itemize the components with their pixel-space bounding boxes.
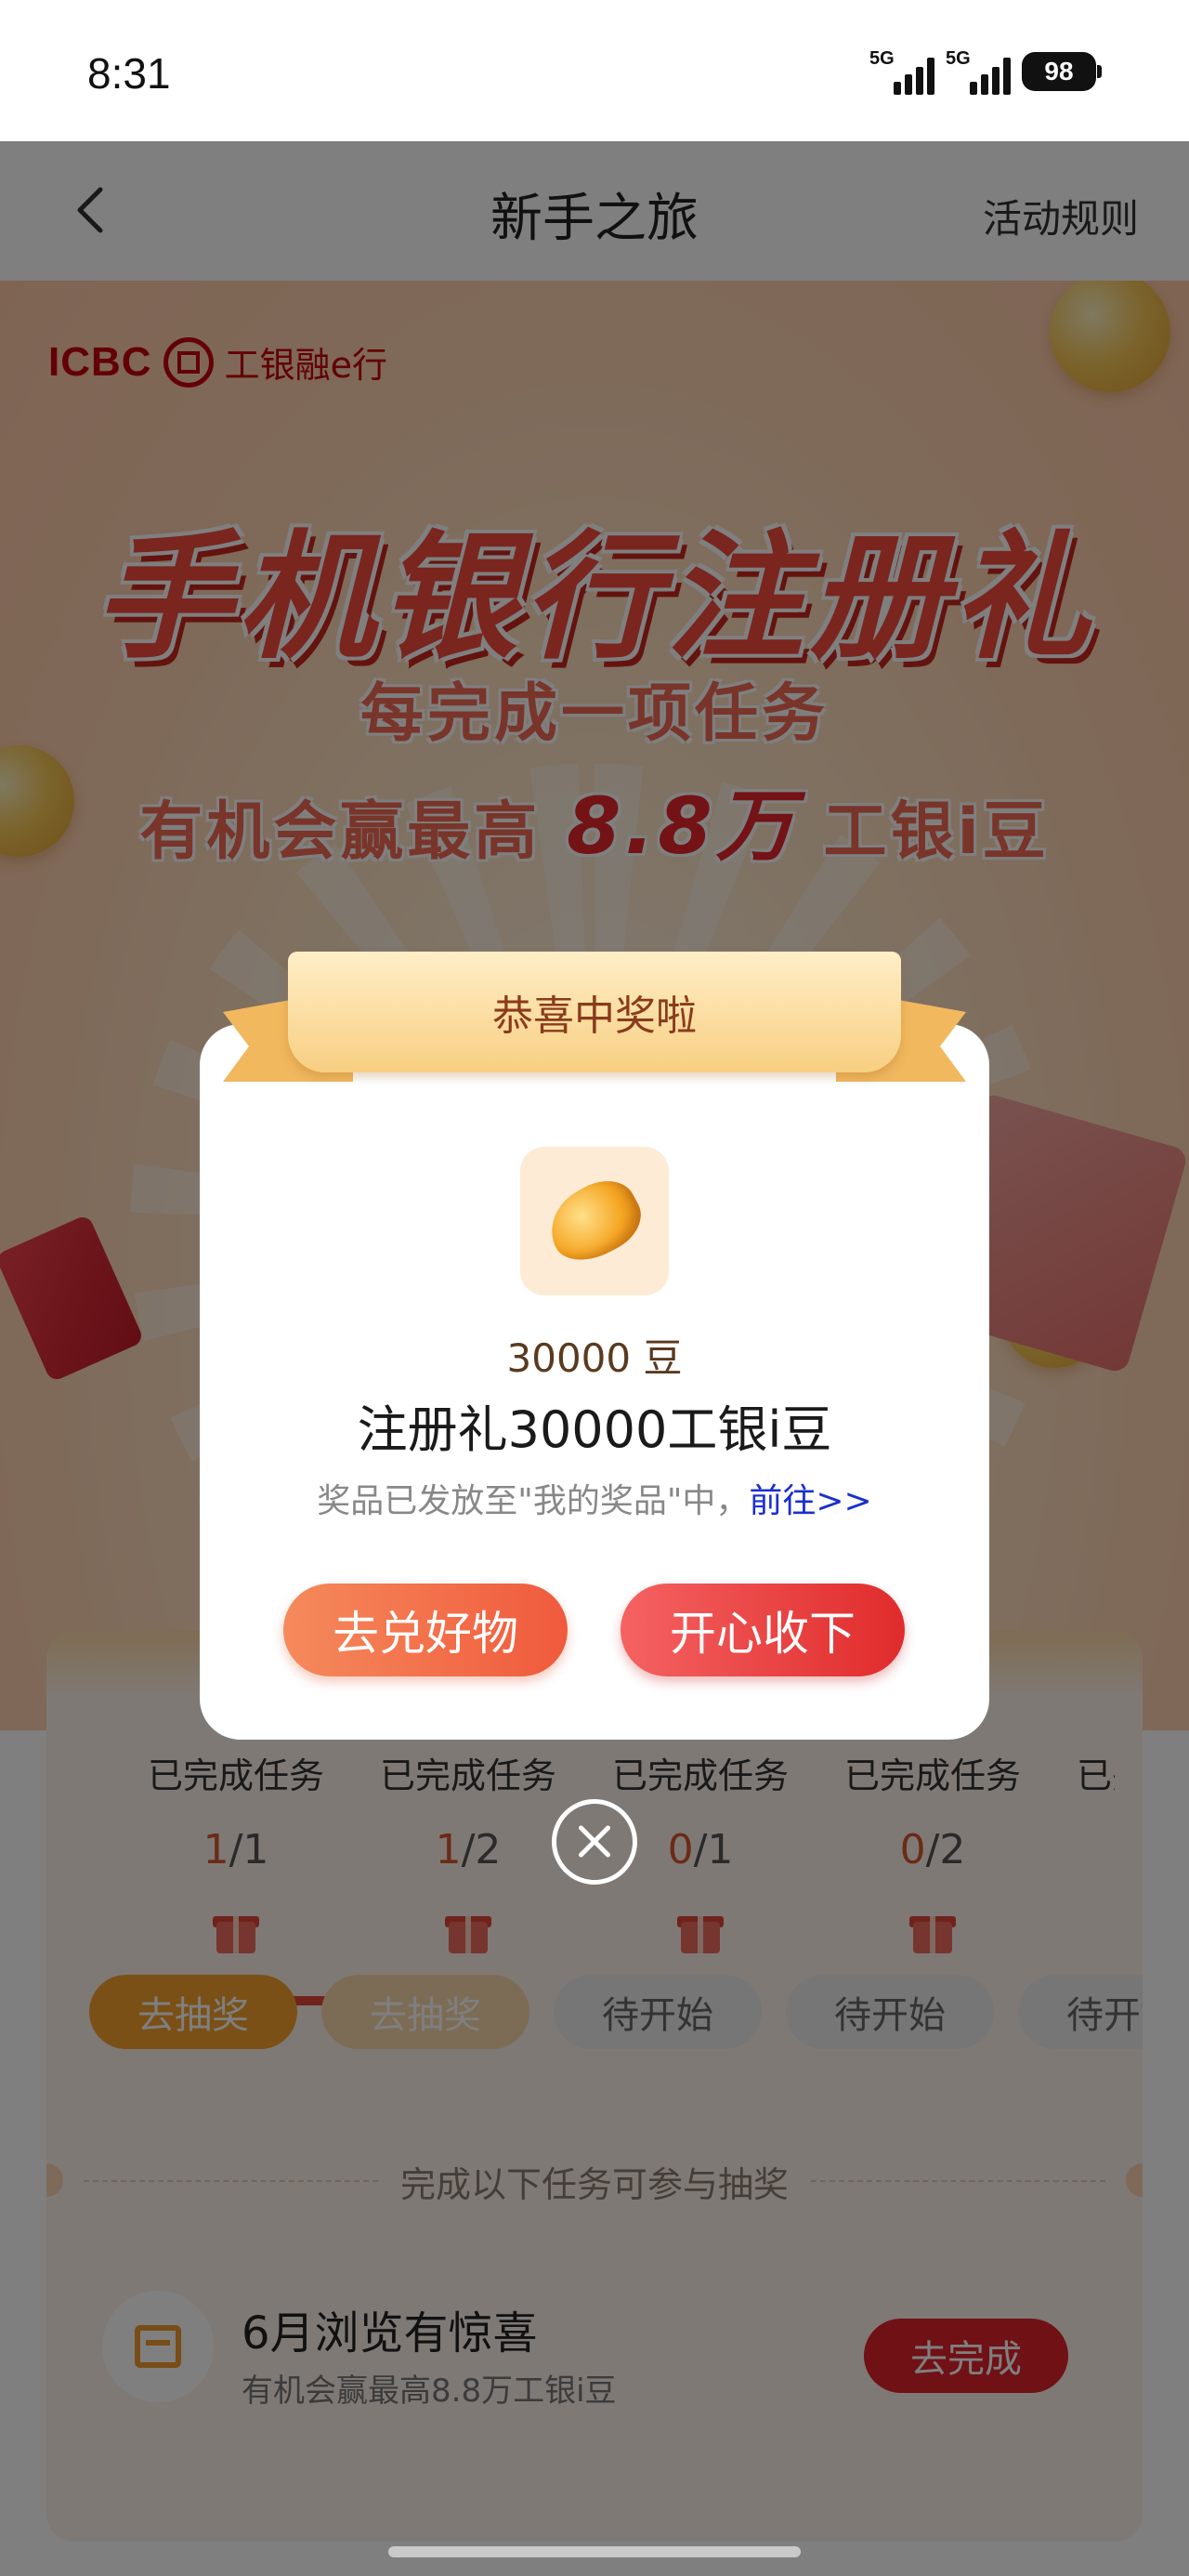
accept-button[interactable]: 开心收下 (621, 1584, 905, 1676)
prize-name: 注册礼30000工银i豆 (357, 1400, 832, 1459)
battery-icon: 98 (1022, 52, 1102, 91)
close-icon[interactable] (552, 1799, 637, 1885)
status-bar: 8:31 5G 5G 98 (0, 0, 1189, 141)
prize-note: 奖品已发放至"我的奖品"中，前往>> (317, 1482, 872, 1520)
status-icons: 5G 5G 98 (869, 48, 1102, 95)
modal-title: 恭喜中奖啦 (492, 992, 697, 1040)
signal-icon: 5G (869, 48, 934, 95)
status-time: 8:31 (87, 49, 171, 98)
signal-icon: 5G (946, 48, 1011, 95)
home-indicator[interactable] (388, 2546, 801, 2557)
go-to-prizes-link[interactable]: 前往>> (749, 1482, 871, 1520)
modal-ribbon: 恭喜中奖啦 (223, 952, 966, 1110)
bean-icon (520, 1147, 669, 1295)
redeem-button[interactable]: 去兑好物 (283, 1584, 568, 1676)
prize-amount: 30000 豆 (506, 1335, 683, 1381)
